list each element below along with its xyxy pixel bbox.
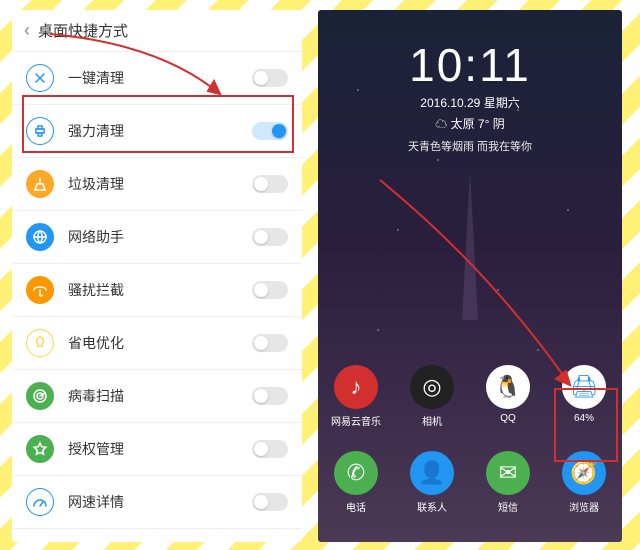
speed-icon [26, 488, 54, 516]
toggle[interactable] [252, 175, 288, 193]
umbrella-icon [26, 276, 54, 304]
toggle[interactable] [252, 228, 288, 246]
shortcut-row-8[interactable]: 网速详情 [12, 476, 302, 529]
app-label: QQ [478, 413, 538, 424]
app-label: 电话 [326, 499, 386, 514]
toggle[interactable] [252, 281, 288, 299]
row-label: 网速详情 [68, 492, 238, 512]
clock-time: 10:11 [318, 38, 622, 92]
shortcut-row-4[interactable]: 骚扰拦截 [12, 264, 302, 317]
row-label: 骚扰拦截 [68, 280, 238, 300]
shortcut-list: 一键清理强力清理垃圾清理网络助手骚扰拦截省电优化病毒扫描授权管理网速详情 [12, 52, 302, 542]
app-label: 浏览器 [554, 499, 614, 514]
toggle[interactable] [252, 440, 288, 458]
broom-icon [26, 170, 54, 198]
row-label: 网络助手 [68, 227, 238, 247]
row-label: 省电优化 [68, 333, 238, 353]
shortcut-row-3[interactable]: 网络助手 [12, 211, 302, 264]
row-label: 病毒扫描 [68, 386, 238, 406]
clock-date: 2016.10.29 星期六 [318, 94, 622, 111]
app-icon: 🧭 [562, 451, 606, 495]
cloud-icon: ☁ [435, 117, 447, 131]
app-row2-1[interactable]: 👤 联系人 [402, 451, 462, 514]
toggle[interactable] [252, 334, 288, 352]
app-label: 相机 [402, 413, 462, 428]
app-label: 短信 [478, 499, 538, 514]
app-label: 网易云音乐 [326, 413, 386, 428]
app-icon: 👤 [410, 451, 454, 495]
shortcut-row-2[interactable]: 垃圾清理 [12, 158, 302, 211]
app-label: 64% [554, 413, 614, 424]
row-label: 强力清理 [68, 121, 238, 141]
shortcut-row-7[interactable]: 授权管理 [12, 423, 302, 476]
arrow-to-widget [370, 170, 600, 400]
app-icon: ✆ [334, 451, 378, 495]
app-row2-2[interactable]: ✉ 短信 [478, 451, 538, 514]
bulb-icon [26, 329, 54, 357]
app-icon: ✉ [486, 451, 530, 495]
toggle[interactable] [252, 69, 288, 87]
app-row2-0[interactable]: ✆ 电话 [326, 451, 386, 514]
app-row2-3[interactable]: 🧭 浏览器 [554, 451, 614, 514]
back-icon[interactable]: ‹ [24, 20, 30, 41]
globe-icon [26, 223, 54, 251]
toggle[interactable] [252, 122, 288, 140]
arrow-to-setting [40, 24, 240, 114]
printer-icon [26, 117, 54, 145]
star-icon [26, 435, 54, 463]
radar-icon [26, 382, 54, 410]
weather-line: ☁ 太原 7° 阴 [318, 115, 622, 132]
toggle[interactable] [252, 387, 288, 405]
toggle[interactable] [252, 493, 288, 511]
shortcut-row-6[interactable]: 病毒扫描 [12, 370, 302, 423]
lyric-line: 天青色等烟雨 而我在等你 [318, 138, 622, 154]
dock-row: ✆ 电话 👤 联系人 ✉ 短信 🧭 浏览器 [318, 451, 622, 514]
row-label: 垃圾清理 [68, 174, 238, 194]
shortcut-row-5[interactable]: 省电优化 [12, 317, 302, 370]
app-label: 联系人 [402, 499, 462, 514]
row-label: 授权管理 [68, 439, 238, 459]
clock-widget: 10:11 2016.10.29 星期六 ☁ 太原 7° 阴 天青色等烟雨 而我… [318, 38, 622, 154]
